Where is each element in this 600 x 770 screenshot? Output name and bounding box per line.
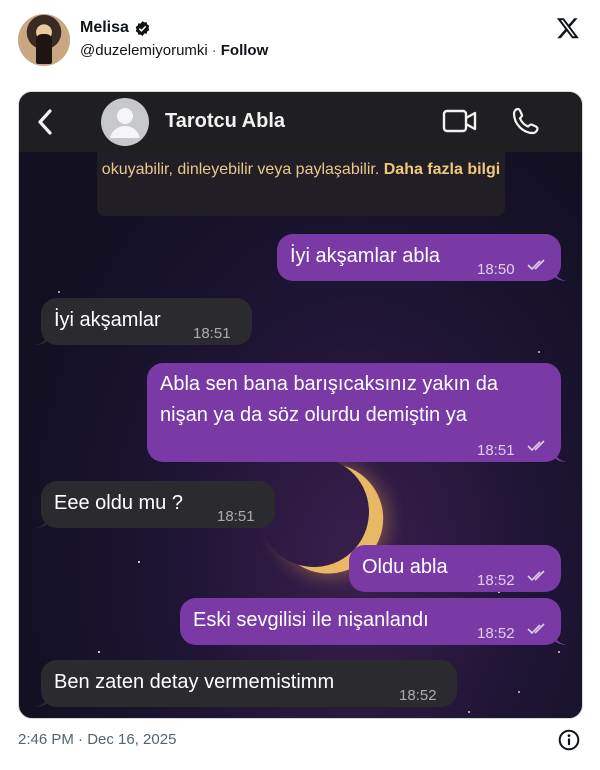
verified-badge-icon [135, 20, 150, 36]
message-time: 18:52 [477, 625, 515, 642]
x-logo-icon[interactable] [556, 16, 580, 40]
message-bubble-incoming[interactable]: İyi akşamlar 18:51 [35, 298, 252, 345]
bubble-tail [35, 331, 49, 345]
read-receipt-icon [527, 440, 545, 452]
video-call-icon[interactable] [442, 108, 478, 134]
message-bubble-outgoing[interactable]: Eski sevgilisi ile nişanlandı 18:52 [180, 598, 567, 645]
bubble-tail [553, 631, 567, 645]
tweet-header: Melisa @duzelemiyorumki · Follow [18, 14, 584, 68]
message-time: 18:52 [477, 572, 515, 589]
message-time: 18:51 [477, 442, 515, 459]
message-text: Oldu abla [362, 556, 448, 578]
bubble-tail [553, 267, 567, 281]
author-display-name[interactable]: Melisa [80, 19, 129, 37]
chat-header: Tarotcu Abla [19, 92, 582, 152]
message-text: İyi akşamlar [54, 309, 161, 331]
bubble-tail [553, 448, 567, 462]
contact-name[interactable]: Tarotcu Abla [165, 110, 285, 133]
author-handle-row: @duzelemiyorumki · Follow [80, 42, 268, 59]
bubble-tail [35, 693, 49, 707]
chat-screenshot[interactable]: okuyabilir, dinleyebilir veya paylaşabil… [18, 91, 583, 719]
notice-more-link[interactable]: Daha fazla bilgi [384, 161, 500, 178]
phone-call-icon[interactable] [511, 106, 541, 136]
read-receipt-icon [527, 259, 545, 271]
tweet-timestamp[interactable]: 2:46 PM · Dec 16, 2025 [18, 731, 176, 748]
separator-dot: · [211, 42, 217, 59]
info-icon[interactable] [558, 729, 580, 751]
notice-text: okuyabilir, dinleyebilir veya paylaşabil… [101, 161, 380, 178]
message-time: 18:52 [399, 687, 437, 704]
message-text: Eski sevgilisi ile nişanlandı [193, 609, 429, 631]
message-time: 18:51 [193, 325, 231, 342]
default-person-icon [110, 108, 140, 138]
read-receipt-icon [527, 570, 545, 582]
avatar[interactable] [18, 14, 70, 66]
message-bubble-outgoing[interactable]: Abla sen bana barışıcaksınız yakın da ni… [147, 363, 567, 462]
message-time: 18:51 [217, 508, 255, 525]
message-text: Abla sen bana barışıcaksınız yakın da ni… [160, 373, 498, 426]
message-bubble-incoming[interactable]: Ben zaten detay vermemistimm 18:52 [35, 660, 457, 707]
message-bubble-outgoing[interactable]: İyi akşamlar abla 18:50 [277, 234, 567, 281]
back-chevron-icon[interactable] [35, 108, 55, 136]
message-text: Ben zaten detay vermemistimm [54, 671, 335, 693]
contact-avatar[interactable] [101, 98, 149, 146]
message-bubble-incoming[interactable]: Eee oldu mu ? 18:51 [35, 481, 275, 528]
message-text: Eee oldu mu ? [54, 492, 183, 514]
author-handle[interactable]: @duzelemiyorumki [80, 42, 208, 59]
message-time: 18:50 [477, 261, 515, 278]
bubble-tail [35, 514, 49, 528]
message-bubble-outgoing[interactable]: Oldu abla 18:52 [349, 545, 561, 592]
message-text: İyi akşamlar abla [290, 245, 441, 267]
follow-button[interactable]: Follow [221, 42, 269, 59]
author-name-row: Melisa [80, 19, 151, 37]
read-receipt-icon [527, 623, 545, 635]
